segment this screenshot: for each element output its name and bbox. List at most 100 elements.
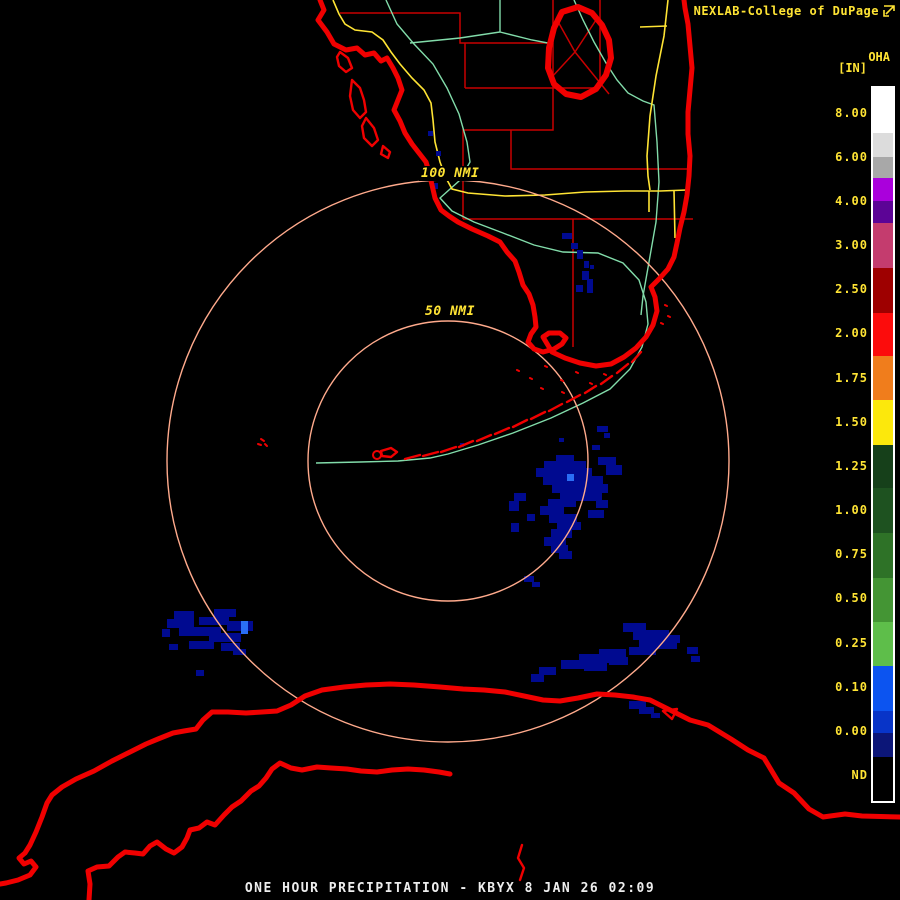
legend-color-segment [873,201,893,223]
precip-cell-navy [609,657,628,665]
legend-tick-label: 3.00 [835,238,868,252]
radar-viewport: 100 NMI 50 NMI NEXLAB-College of DuPage … [0,0,900,900]
legend-color-segment [873,666,893,711]
legend-color-segment [873,711,893,733]
precip-cell-navy [227,621,253,631]
precip-cell-navy [598,457,616,465]
legend-tick-label: ND [851,768,868,782]
legend-color-segment [873,733,893,757]
range-ring [166,179,730,743]
precip-cell-navy [196,670,204,676]
legend-color-segment [873,178,893,201]
legend-color-segment [873,313,893,356]
legend-tick-label: 2.50 [835,282,868,296]
precip-cell-navy [549,514,577,523]
precip-cell-navy [544,461,586,469]
precip-cell-navy [576,285,583,292]
legend-color-segment [873,622,893,666]
precip-cell-navy [189,641,214,649]
legend-color-segment [873,268,893,313]
barrier-islands [335,50,392,160]
county-line [340,12,553,44]
legend-color-segment [873,400,893,445]
legend-tick-label: 4.00 [835,194,868,208]
precip-cell-navy [514,493,526,501]
precip-cell-navy [539,667,556,675]
precip-cell-navy [691,656,700,662]
precip-cell-navy [540,506,564,515]
precip-cell-navy [597,426,608,432]
legend-tick-label: 0.25 [835,636,868,650]
precip-cell-navy [428,131,433,136]
precip-cell-navy [559,551,572,559]
coast-line [315,0,695,369]
precip-cell-navy [639,707,654,714]
legend-bar-inner [873,88,893,801]
precip-cell-navy [167,619,194,628]
precip-cell-navy [557,522,581,530]
precip-cell-navy [562,233,572,239]
precip-cell-navy [582,271,589,280]
county-boundaries [340,0,693,347]
legend-tick-label: 8.00 [835,106,868,120]
precip-cell-navy [687,647,698,654]
dry-tortugas [257,438,268,447]
precip-cell-navy [559,438,564,442]
precip-cell-navy [588,510,604,518]
legend-color-segment [873,578,893,622]
legend-color-segment [873,445,893,488]
marquesas-keys [372,450,382,460]
legend-tick-label: 1.25 [835,459,868,473]
precip-cell-navy [590,265,594,269]
legend-color-segment [873,223,893,268]
range-rings [166,179,730,743]
precip-cell-navy [552,484,608,493]
precip-cell-navy [577,250,583,259]
precip-cell-navy [584,261,589,268]
precip-cell-navy [584,663,607,671]
precip-cell-navy [592,445,600,450]
radar-map [0,0,900,900]
precip-cell-navy [527,514,535,521]
precip-cell-navy [169,644,178,650]
precip-cell-navy [548,499,576,507]
precip-cell-navy [596,500,608,508]
legend-color-segment [873,488,893,533]
precip-cell-navy [531,674,544,682]
legend-color-segment [873,757,893,799]
precip-cell-navy [209,633,241,642]
precip-cell-blue [241,621,248,634]
precip-cell-navy [532,582,540,587]
highway-line [332,0,688,197]
precip-cell-navy [571,243,578,249]
legend-tick-label: 0.75 [835,547,868,561]
legend-tick-label: 0.50 [835,591,868,605]
key-west-island [379,446,399,459]
precip-cell-navy [651,713,660,718]
precip-cell-blue [567,474,574,481]
legend-tick-label: 0.00 [835,724,868,738]
county-line [510,130,687,170]
legend-tick-label: 1.00 [835,503,868,517]
precip-cell-navy [214,609,236,617]
legend-color-segment [873,533,893,578]
cuba-coastline [0,681,900,900]
precip-cell-navy [162,629,170,637]
legend-tick-label: 1.75 [835,371,868,385]
legend-color-segment [873,133,893,157]
precip-cell-navy [556,455,574,462]
precip-cell-navy [199,617,229,625]
precip-cell-navy [436,151,441,156]
precip-cell-navy [604,433,610,438]
precip-cell-navy [511,523,519,532]
boundary-line [409,0,554,45]
precip-cell-navy [536,468,592,477]
legend-labels: 8.00 6.00 4.00 3.00 2.50 2.00 1.75 1.50 1.25 1.00… [798,0,868,900]
legend-color-segment [873,88,893,133]
precip-cell-navy [174,611,194,619]
keys-chain [403,350,643,461]
lake-okeechobee [545,4,614,100]
cuba-south-coast [85,760,453,900]
legend-tick-label: 6.00 [835,150,868,164]
precip-cell-navy [509,501,519,511]
